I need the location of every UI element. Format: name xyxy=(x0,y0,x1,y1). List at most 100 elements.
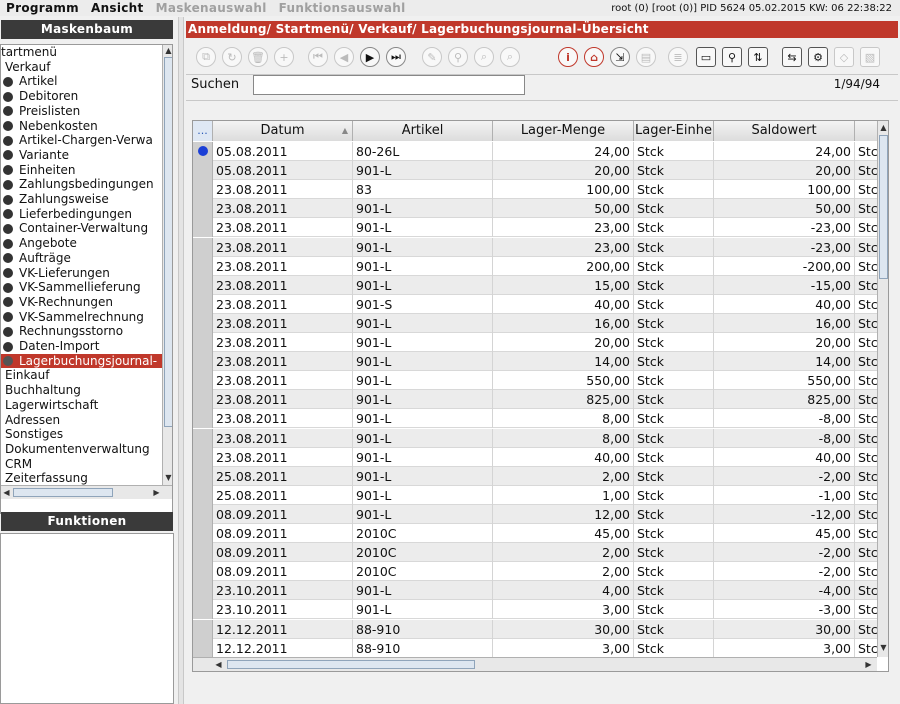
scroll-up-icon[interactable]: ▲ xyxy=(163,46,172,56)
table-row[interactable]: 23.08.2011 901-L 825,00 Stck 825,00 Stc xyxy=(193,390,877,410)
first-record-icon[interactable]: ⏮ xyxy=(308,47,328,67)
column-chooser-button[interactable]: ... xyxy=(193,121,213,141)
tool-icon[interactable]: ⚲ xyxy=(448,47,468,67)
row-marker[interactable] xyxy=(193,199,213,219)
tree-item[interactable]: VK-Lieferungen xyxy=(1,266,162,281)
row-marker[interactable] xyxy=(193,218,213,238)
scroll-right-icon[interactable]: ▶ xyxy=(151,488,162,498)
note-icon[interactable]: ▧ xyxy=(860,47,880,67)
tree-horizontal-scrollbar[interactable]: ◀ ▶ xyxy=(1,485,172,499)
column-header[interactable]: Saldowert xyxy=(714,121,855,141)
table-row[interactable]: 23.08.2011 901-L 23,00 Stck -23,00 Stc xyxy=(193,237,877,257)
row-marker[interactable] xyxy=(193,142,213,161)
scroll-right-icon[interactable]: ▶ xyxy=(863,660,874,670)
table-row[interactable]: 23.10.2011 901-L 3,00 Stck -3,00 Stc xyxy=(193,600,877,620)
tree-item[interactable]: Dokumentenverwaltung xyxy=(1,442,162,457)
table-row[interactable]: 23.08.2011 901-L 20,00 Stck 20,00 Stc xyxy=(193,333,877,353)
column-header[interactable]: Lager-Menge xyxy=(493,121,634,141)
tree-item[interactable]: Zeiterfassung xyxy=(1,471,162,485)
table-row[interactable]: 23.08.2011 901-L 550,00 Stck 550,00 Stc xyxy=(193,371,877,391)
table-vertical-scrollbar[interactable]: ▲ ▼ xyxy=(877,121,888,657)
tree-vertical-scrollbar[interactable]: ▲ ▼ xyxy=(162,45,172,485)
scroll-left-icon[interactable]: ◀ xyxy=(1,488,12,498)
row-marker[interactable] xyxy=(193,600,213,620)
table-row[interactable]: 23.08.2011 901-S 40,00 Stck 40,00 Stc xyxy=(193,294,877,314)
tree-item[interactable]: VK-Rechnungen xyxy=(1,295,162,310)
refresh-icon[interactable]: ↻ xyxy=(222,47,242,67)
tree-item[interactable]: Rechnungsstorno xyxy=(1,324,162,339)
table-row[interactable]: 23.08.2011 901-L 8,00 Stck -8,00 Stc xyxy=(193,428,877,448)
tree-item[interactable]: Lagerbuchungsjournal- xyxy=(1,353,162,369)
find-next-icon[interactable]: ⌕ xyxy=(500,47,520,67)
tree-item[interactable]: Debitoren xyxy=(1,89,162,104)
tree-item[interactable]: CRM xyxy=(1,457,162,472)
table-row[interactable]: 05.08.2011 80-26L 24,00 Stck 24,00 Stc xyxy=(193,142,877,162)
table-row[interactable]: 08.09.2011 901-L 12,00 Stck -12,00 Stc xyxy=(193,504,877,524)
table-row[interactable]: 23.08.2011 901-L 23,00 Stck -23,00 Stc xyxy=(193,218,877,238)
table-row[interactable]: 12.12.2011 88-910 3,00 Stck 3,00 Stc xyxy=(193,638,877,658)
tree-item[interactable]: Adressen xyxy=(1,413,162,428)
row-marker[interactable] xyxy=(193,409,213,429)
tree-scroll-thumb[interactable] xyxy=(164,57,172,427)
previous-record-icon[interactable]: ◀ xyxy=(334,47,354,67)
table-hscroll-thumb[interactable] xyxy=(227,660,475,669)
row-marker[interactable] xyxy=(193,447,213,467)
table-row[interactable]: 23.08.2011 901-L 15,00 Stck -15,00 Stc xyxy=(193,275,877,295)
tree-item[interactable]: Zahlungsweise xyxy=(1,192,162,207)
row-marker[interactable] xyxy=(193,543,213,563)
scroll-left-icon[interactable]: ◀ xyxy=(213,660,224,670)
tree-item[interactable]: Preislisten xyxy=(1,104,162,119)
column-header[interactable]: Datum ▲ xyxy=(213,121,353,141)
row-marker[interactable] xyxy=(193,256,213,276)
add-icon[interactable]: + xyxy=(274,47,294,67)
sort-icon[interactable]: ⇅ xyxy=(748,47,768,67)
window-icon[interactable]: ▭ xyxy=(696,47,716,67)
table-row[interactable]: 23.08.2011 901-L 40,00 Stck 40,00 Stc xyxy=(193,447,877,467)
row-marker[interactable] xyxy=(193,294,213,314)
delete-icon[interactable]: 🗑 xyxy=(248,47,268,67)
tree-item[interactable]: Angebote xyxy=(1,236,162,251)
info-icon[interactable]: i xyxy=(558,47,578,67)
row-marker[interactable] xyxy=(193,275,213,295)
tree-item[interactable]: Artikel xyxy=(1,74,162,89)
table-row[interactable]: 23.08.2011 901-L 14,00 Stck 14,00 Stc xyxy=(193,352,877,372)
last-record-icon[interactable]: ⏭ xyxy=(386,47,406,67)
find-icon[interactable]: ⌕ xyxy=(474,47,494,67)
print-icon[interactable]: ▤ xyxy=(636,47,656,67)
tree-item[interactable]: Buchhaltung xyxy=(1,383,162,398)
tree-item[interactable]: Lagerwirtschaft xyxy=(1,398,162,413)
search-input[interactable] xyxy=(253,75,525,95)
tree-item[interactable]: Lieferbedingungen xyxy=(1,207,162,222)
menu-funktionsauswahl[interactable]: Funktionsauswahl xyxy=(273,1,412,15)
row-marker[interactable] xyxy=(193,524,213,543)
tag-icon[interactable]: ◇ xyxy=(834,47,854,67)
table-row[interactable]: 08.09.2011 2010C 2,00 Stck -2,00 Stc xyxy=(193,543,877,563)
scroll-up-icon[interactable]: ▲ xyxy=(878,123,888,133)
copy-icon[interactable]: ⧉ xyxy=(196,47,216,67)
row-marker[interactable] xyxy=(193,333,213,352)
row-marker[interactable] xyxy=(193,237,213,257)
tree-item[interactable]: Variante xyxy=(1,148,162,163)
table-row[interactable]: 08.09.2011 2010C 45,00 Stck 45,00 Stc xyxy=(193,524,877,544)
column-header[interactable]: Artikel xyxy=(353,121,493,141)
table-row[interactable]: 25.08.2011 901-L 1,00 Stck -1,00 Stc xyxy=(193,485,877,505)
panel-splitter[interactable] xyxy=(178,17,184,704)
transfer-icon[interactable]: ⇆ xyxy=(782,47,802,67)
row-marker[interactable] xyxy=(193,504,213,524)
table-row[interactable]: 23.10.2011 901-L 4,00 Stck -4,00 Stc xyxy=(193,581,877,601)
next-record-icon[interactable]: ▶ xyxy=(360,47,380,67)
row-marker[interactable] xyxy=(193,313,213,333)
tree-item[interactable]: VK-Sammelrechnung xyxy=(1,310,162,325)
settings-icon[interactable]: ⚙ xyxy=(808,47,828,67)
tree-item[interactable]: Einkauf xyxy=(1,368,162,383)
tree-item[interactable]: Daten-Import xyxy=(1,339,162,354)
row-marker[interactable] xyxy=(193,485,213,505)
edit-icon[interactable]: ✎ xyxy=(422,47,442,67)
scroll-down-icon[interactable]: ▼ xyxy=(878,643,888,653)
tree-item[interactable]: Zahlungsbedingungen xyxy=(1,177,162,192)
table-horizontal-scrollbar[interactable]: ◀ ▶ xyxy=(193,657,877,671)
search-icon[interactable]: ⚲ xyxy=(722,47,742,67)
table-scroll-thumb[interactable] xyxy=(879,135,888,279)
tree-item[interactable]: Nebenkosten xyxy=(1,119,162,134)
tree-item[interactable]: VK-Sammellieferung xyxy=(1,280,162,295)
